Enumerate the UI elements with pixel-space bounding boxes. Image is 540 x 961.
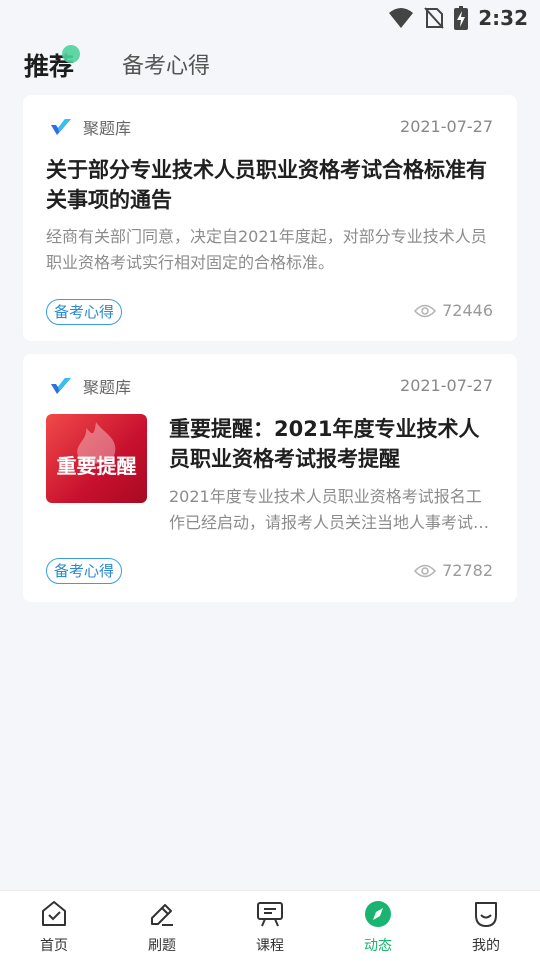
nav-label: 首页 xyxy=(40,938,68,954)
article-summary: 2021年度专业技术人员职业资格考试报名工作已经启动，请报考人员关注当地人事考试… xyxy=(169,487,490,532)
tab-study-notes[interactable]: 备考心得 xyxy=(122,48,210,80)
article-source: 聚题库 xyxy=(49,115,131,139)
article-source: 聚题库 xyxy=(49,374,131,398)
nav-item-feed[interactable]: 动态 xyxy=(338,899,418,955)
home-check-icon xyxy=(42,901,66,926)
article-date: 2021-07-27 xyxy=(400,376,493,395)
source-name: 聚题库 xyxy=(83,119,132,138)
nav-item-practice[interactable]: 刷题 xyxy=(122,899,202,955)
article-card[interactable]: 聚题库 2021-07-27 关于部分专业技术人员职业资格考试合格标准有关事项的… xyxy=(23,95,517,341)
profile-icon xyxy=(475,902,497,927)
tab-indicator-dot xyxy=(62,45,80,63)
article-thumbnail[interactable]: 重要提醒 xyxy=(46,414,147,503)
source-name: 聚题库 xyxy=(83,378,132,397)
course-board-icon xyxy=(257,902,283,927)
pencil-icon xyxy=(151,904,173,926)
nav-item-profile[interactable]: 我的 xyxy=(446,899,526,955)
article-date: 2021-07-27 xyxy=(400,117,493,136)
article-title[interactable]: 重要提醒：2021年度专业技术人员职业资格考试报考提醒 xyxy=(169,414,491,474)
status-bar: 2:32 xyxy=(0,0,540,36)
status-icons: 2:32 xyxy=(388,5,528,31)
status-time: 2:32 xyxy=(478,6,528,30)
view-count: 72446 xyxy=(442,301,493,320)
article-views: 72782 xyxy=(414,561,493,580)
nav-item-courses[interactable]: 课程 xyxy=(230,899,310,955)
nav-label: 刷题 xyxy=(148,938,176,954)
view-count: 72782 xyxy=(442,561,493,580)
source-logo-icon xyxy=(51,119,71,135)
nav-label: 我的 xyxy=(472,938,500,954)
battery-charging-icon xyxy=(454,6,469,30)
article-tag[interactable]: 备考心得 xyxy=(46,299,123,325)
no-sim-icon xyxy=(424,7,444,29)
article-tag[interactable]: 备考心得 xyxy=(46,558,123,584)
wifi-icon xyxy=(389,8,414,28)
top-tab-bar: 推荐 备考心得 xyxy=(0,40,540,92)
source-logo-icon xyxy=(51,378,71,394)
article-title[interactable]: 关于部分专业技术人员职业资格考试合格标准有关事项的通告 xyxy=(46,155,491,215)
article-views: 72446 xyxy=(414,301,493,320)
eye-icon xyxy=(414,304,437,317)
nav-label: 动态 xyxy=(364,938,392,954)
nav-label: 课程 xyxy=(256,938,284,954)
eye-icon xyxy=(414,564,437,577)
thumbnail-text: 重要提醒 xyxy=(56,454,137,478)
nav-item-home[interactable]: 首页 xyxy=(14,899,94,955)
bottom-nav: 首页 刷题 课程 动态 我的 xyxy=(0,890,540,961)
compass-icon xyxy=(365,901,391,927)
article-card[interactable]: 聚题库 2021-07-27 重要提醒 重要提醒：2021年度专业技术人员职业资… xyxy=(23,354,517,602)
article-summary: 经商有关部门同意，决定自2021年度起，对部分专业技术人员职业资格考试实行相对固… xyxy=(46,227,487,272)
